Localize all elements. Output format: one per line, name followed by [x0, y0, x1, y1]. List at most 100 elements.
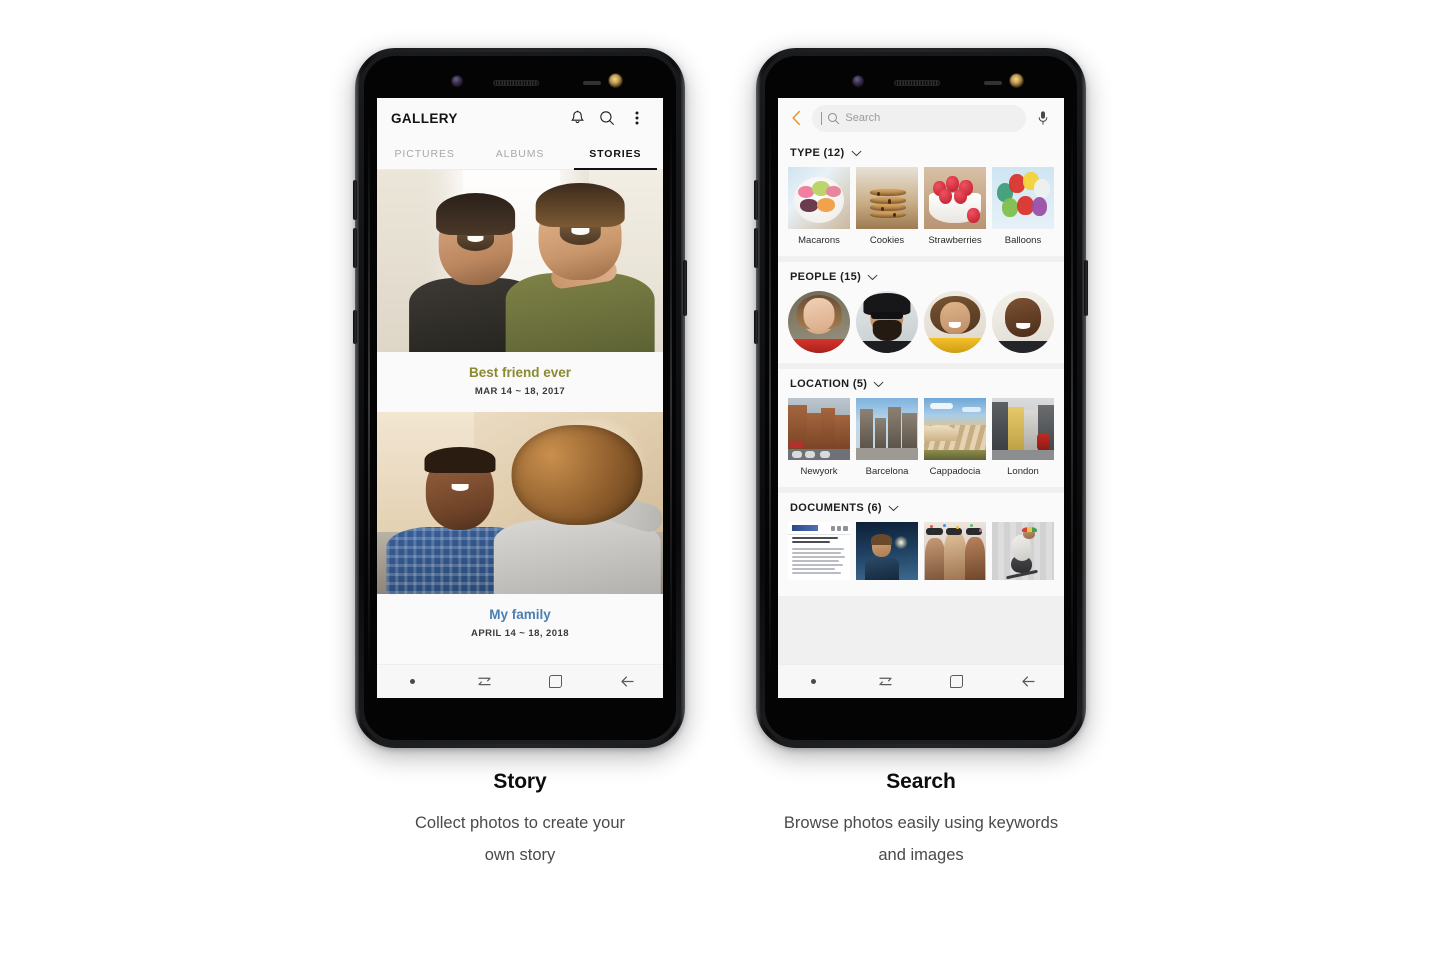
tab-albums[interactable]: ALBUMS	[472, 138, 567, 169]
story-title: Best friend ever	[468, 365, 572, 380]
thumbnail	[788, 167, 850, 229]
recents-icon[interactable]	[467, 665, 501, 699]
story-screen: GALLERY PICTURES ALBUMS STORIES Best fri…	[377, 98, 663, 698]
section-documents: DOCUMENTS (6)	[778, 487, 1064, 596]
back-arrow-icon[interactable]	[610, 665, 644, 699]
tile-cappadocia[interactable]: Cappadocia	[924, 398, 986, 477]
tile-label: Cappadocia	[929, 466, 981, 477]
photo-hair	[535, 182, 625, 228]
thumbnail	[788, 522, 850, 580]
nav-dot-icon[interactable]	[797, 665, 831, 699]
earpiece-speaker-icon	[493, 80, 539, 86]
caption-search: Search Browse photos easily using keywor…	[711, 770, 1131, 871]
story-phone-device: GALLERY PICTURES ALBUMS STORIES Best fri…	[353, 48, 687, 748]
tile-label: Macarons	[798, 235, 840, 246]
tile-macarons[interactable]: Macarons	[788, 167, 850, 246]
phone-glass: Search TYPE (12) Macarons Cookies Strawb…	[765, 56, 1077, 740]
photo-hair	[424, 447, 496, 474]
story-photo-my-family[interactable]	[377, 412, 663, 594]
section-header[interactable]: LOCATION (5)	[788, 378, 1054, 390]
assistant-button[interactable]	[353, 310, 357, 344]
tile-document-party[interactable]	[924, 522, 986, 586]
search-icon[interactable]	[592, 103, 622, 133]
section-header[interactable]: PEOPLE (15)	[788, 271, 1054, 283]
showcase-stage: GALLERY PICTURES ALBUMS STORIES Best fri…	[0, 0, 1440, 960]
caption-story: Story Collect photos to create your own …	[310, 770, 730, 871]
avatar-row	[788, 291, 1054, 353]
avatar-cell[interactable]	[992, 291, 1054, 353]
tile-document-skater[interactable]	[992, 522, 1054, 586]
story-date: APRIL 14 ~ 18, 2018	[471, 628, 569, 639]
recents-icon[interactable]	[868, 665, 902, 699]
tile-balloons[interactable]: Balloons	[992, 167, 1054, 246]
microphone-icon[interactable]	[1030, 105, 1056, 131]
iris-scanner-icon	[609, 74, 622, 87]
bell-icon[interactable]	[562, 103, 592, 133]
search-phone-device: Search TYPE (12) Macarons Cookies Strawb…	[754, 48, 1088, 748]
section-location: LOCATION (5) Newyork Barcelona Cappadoci…	[778, 363, 1064, 487]
story-list: Best friend ever MAR 14 ~ 18, 2017 My fa…	[377, 170, 663, 664]
thumbnail	[856, 522, 918, 580]
nav-dot-icon[interactable]	[396, 665, 430, 699]
caption-line-1: Browse photos easily using keywords	[783, 814, 1059, 832]
story-caption-best-friend: Best friend ever MAR 14 ~ 18, 2017	[377, 352, 663, 412]
search-icon	[828, 112, 840, 124]
tab-stories[interactable]: STORIES	[568, 138, 663, 170]
tile-newyork[interactable]: Newyork	[788, 398, 850, 477]
volume-down-button[interactable]	[353, 228, 357, 268]
tile-document-article[interactable]	[788, 522, 850, 586]
search-top-bar: Search	[778, 98, 1064, 138]
tile-cookies[interactable]: Cookies	[856, 167, 918, 246]
power-button[interactable]	[683, 260, 687, 316]
back-chevron-icon[interactable]	[784, 105, 808, 131]
edge-highlight-right	[1071, 116, 1073, 680]
avatar-cell[interactable]	[924, 291, 986, 353]
tile-label: Newyork	[800, 466, 838, 477]
tile-label: London	[1007, 466, 1039, 477]
tile-london[interactable]: London	[992, 398, 1054, 477]
tile-strawberries[interactable]: Strawberries	[924, 167, 986, 246]
thumbnail	[856, 167, 918, 229]
story-photo-best-friend[interactable]	[377, 170, 663, 352]
assistant-button[interactable]	[754, 310, 758, 344]
earpiece-speaker-icon	[894, 80, 940, 86]
caption-description: Browse photos easily using keywords and …	[711, 807, 1131, 871]
top-bezel	[765, 56, 1077, 98]
iris-scanner-icon	[1010, 74, 1023, 87]
proximity-sensor-icon	[583, 81, 601, 85]
tile-barcelona[interactable]: Barcelona	[856, 398, 918, 477]
avatar-cell[interactable]	[856, 291, 918, 353]
home-icon[interactable]	[539, 665, 573, 699]
section-header[interactable]: TYPE (12)	[788, 147, 1054, 159]
avatar-cell[interactable]	[788, 291, 850, 353]
tile-document-kid[interactable]	[856, 522, 918, 586]
section-type: TYPE (12) Macarons Cookies Strawberries …	[778, 138, 1064, 256]
chevron-down-icon	[851, 150, 861, 156]
tile-label: Barcelona	[865, 466, 909, 477]
page-title: GALLERY	[391, 110, 458, 126]
photo-hair	[511, 424, 643, 526]
gallery-app-bar: GALLERY	[377, 98, 663, 138]
front-camera-icon	[853, 76, 863, 86]
tile-row: Macarons Cookies Strawberries Balloons	[788, 167, 1054, 246]
more-vertical-icon[interactable]	[622, 103, 652, 133]
text-caret	[821, 111, 823, 125]
search-input[interactable]: Search	[812, 104, 1026, 132]
section-header[interactable]: DOCUMENTS (6)	[788, 502, 1054, 514]
edge-highlight-left	[368, 116, 370, 680]
caption-title: Story	[493, 770, 547, 793]
home-icon[interactable]	[940, 665, 974, 699]
caption-line-2: and images	[878, 846, 964, 865]
tile-label: Balloons	[1004, 235, 1042, 246]
power-button[interactable]	[1084, 260, 1088, 316]
tab-pictures[interactable]: PICTURES	[377, 138, 472, 169]
search-results-body[interactable]: TYPE (12) Macarons Cookies Strawberries …	[778, 138, 1064, 664]
volume-up-button[interactable]	[754, 180, 758, 220]
story-caption-my-family: My family APRIL 14 ~ 18, 2018	[377, 594, 663, 654]
system-nav-bar	[778, 664, 1064, 698]
volume-down-button[interactable]	[754, 228, 758, 268]
tile-row	[788, 522, 1054, 586]
volume-up-button[interactable]	[353, 180, 357, 220]
back-arrow-icon[interactable]	[1011, 665, 1045, 699]
thumbnail	[788, 398, 850, 460]
